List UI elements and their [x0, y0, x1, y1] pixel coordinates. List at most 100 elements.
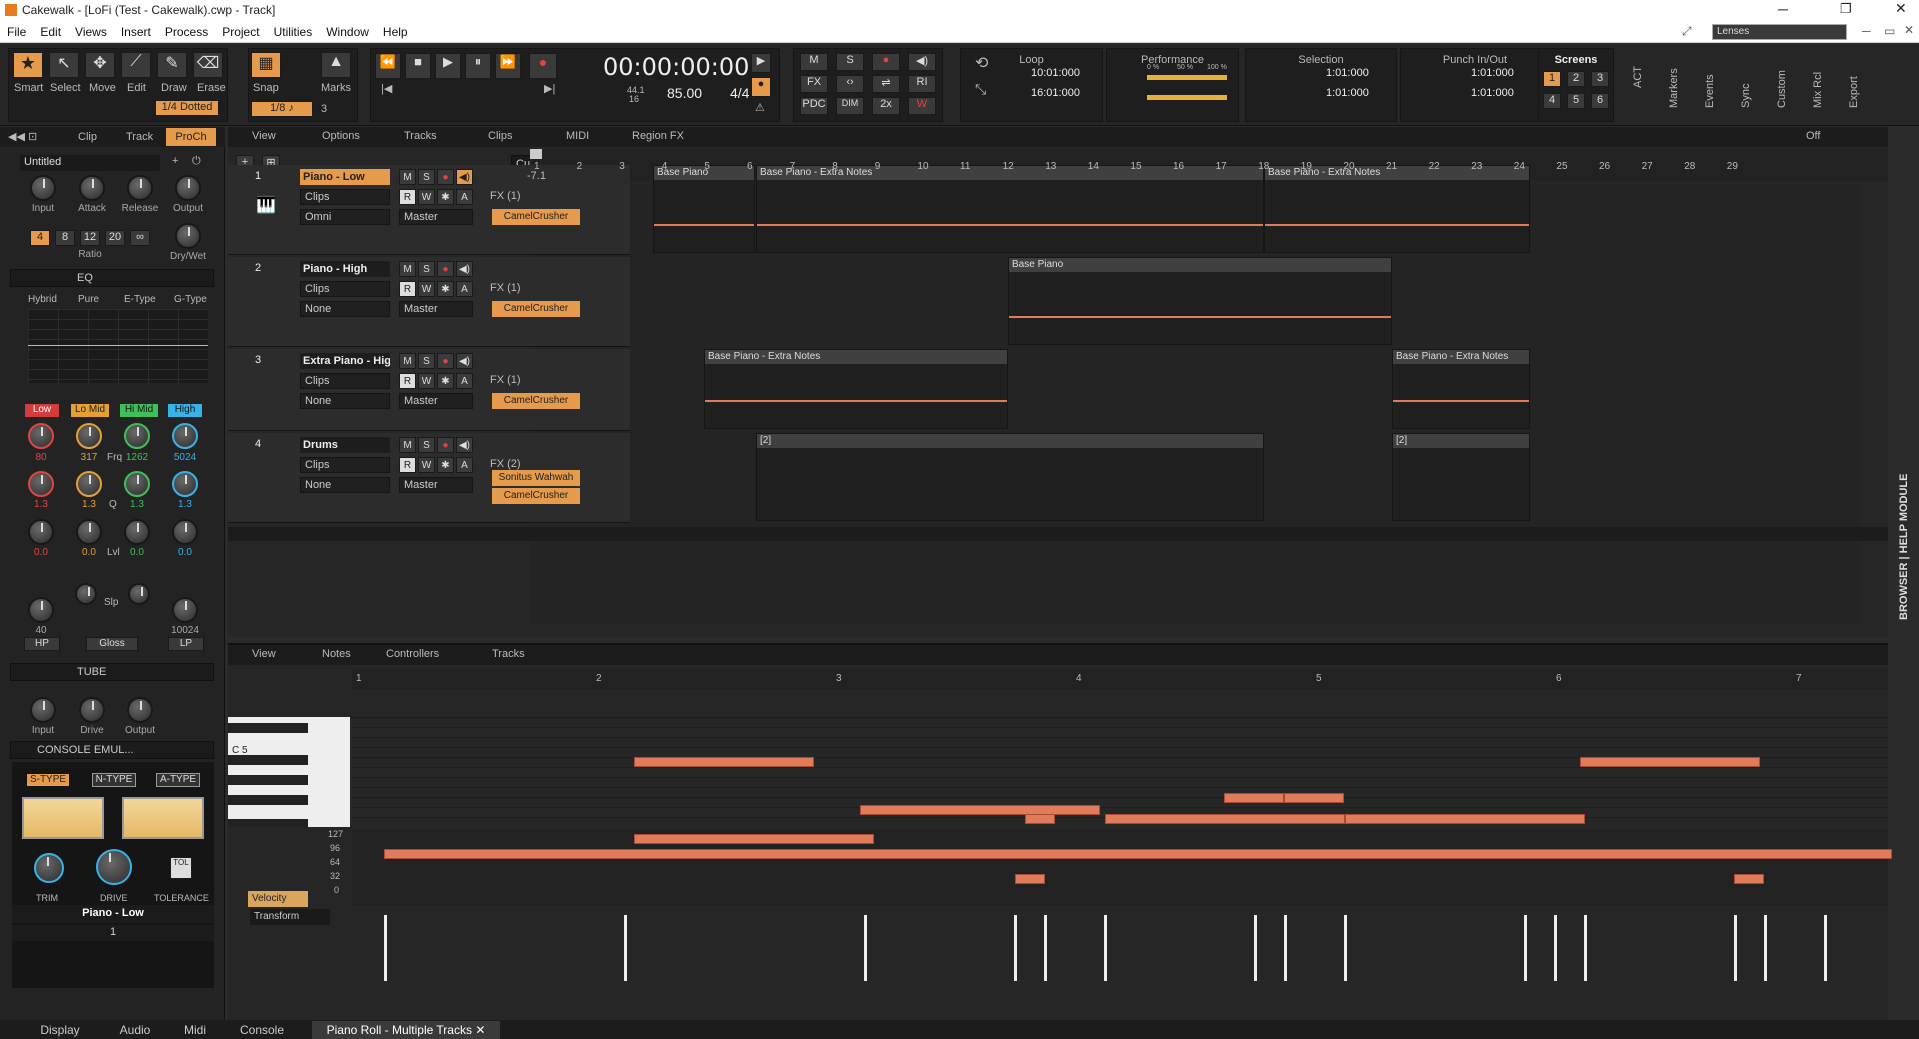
- draw-tool-button[interactable]: ✎: [157, 52, 187, 78]
- track-1-echo-button[interactable]: ◀): [456, 169, 473, 185]
- tab-console[interactable]: Console: [232, 1021, 292, 1039]
- act-module[interactable]: ACT: [1632, 66, 1644, 88]
- transform-dropdown[interactable]: Transform: [250, 909, 330, 925]
- track-4-plugin-2[interactable]: CamelCrusher: [492, 488, 580, 504]
- loop-options-icon[interactable]: ⤡: [975, 81, 986, 98]
- track-2-input-dropdown[interactable]: Clips: [300, 281, 390, 297]
- eq-low-freq-knob[interactable]: [28, 423, 54, 449]
- comp-attack-knob[interactable]: [79, 175, 105, 201]
- inspector-track-name[interactable]: Piano - Low: [12, 905, 214, 923]
- sync-module[interactable]: Sync: [1740, 84, 1752, 108]
- browser-help-tab[interactable]: BROWSER | HELP MODULE: [1898, 474, 1910, 621]
- ratio-20[interactable]: 20: [105, 230, 125, 246]
- track-3-arm-button[interactable]: ●: [437, 353, 454, 369]
- events-module[interactable]: Events: [1704, 74, 1716, 108]
- eq-lomid-gain-knob[interactable]: [76, 519, 102, 545]
- velocity-pane[interactable]: [352, 829, 1888, 905]
- track-3-read-button[interactable]: R: [399, 373, 416, 389]
- comp-output-knob[interactable]: [175, 175, 201, 201]
- preset-power-icon[interactable]: ⏻: [192, 155, 201, 168]
- lp-button[interactable]: LP: [168, 637, 204, 651]
- tv-menu-tracks[interactable]: Tracks: [404, 130, 437, 142]
- punch-start[interactable]: 1:01:000: [1471, 67, 1514, 79]
- goto-start-icon[interactable]: |◀: [381, 82, 392, 95]
- smart-tool-button[interactable]: ★: [13, 52, 43, 78]
- track-3-echo-button[interactable]: ◀): [456, 353, 473, 369]
- ratio-12[interactable]: 12: [80, 230, 100, 246]
- eq-header[interactable]: EQ: [10, 269, 214, 287]
- track-2-output-dropdown[interactable]: Master: [399, 301, 473, 317]
- track-4-mute-button[interactable]: M: [399, 437, 416, 453]
- n-type-button[interactable]: N-TYPE: [92, 773, 136, 787]
- selection-end[interactable]: 1:01:000: [1326, 87, 1369, 99]
- menu-insert[interactable]: Insert: [114, 21, 158, 39]
- track-4-solo-button[interactable]: S: [418, 437, 435, 453]
- mute-all-button[interactable]: M: [800, 53, 828, 71]
- erase-tool-button[interactable]: ⌫: [193, 52, 223, 78]
- dotted-dropdown[interactable]: 1/4 Dotted: [155, 100, 219, 116]
- velocity-bar[interactable]: [1284, 915, 1287, 981]
- track-2-solo-button[interactable]: S: [418, 261, 435, 277]
- midi-panic-button[interactable]: ⇌: [872, 75, 900, 93]
- menu-window[interactable]: Window: [319, 21, 376, 39]
- track-2-mute-button[interactable]: M: [399, 261, 416, 277]
- track-4-arm-button[interactable]: ●: [437, 437, 454, 453]
- ratio-4[interactable]: 4: [30, 230, 50, 246]
- menu-views[interactable]: Views: [68, 21, 114, 39]
- ri-button[interactable]: RI: [908, 75, 936, 93]
- tube-output-knob[interactable]: [127, 697, 153, 723]
- velocity-bar[interactable]: [1044, 915, 1047, 981]
- slope-left-knob[interactable]: [75, 583, 97, 605]
- track-2-plugin-1[interactable]: CamelCrusher: [492, 301, 580, 317]
- eq-high-freq-knob[interactable]: [172, 423, 198, 449]
- drive-knob[interactable]: [96, 849, 132, 885]
- track-1-output-dropdown[interactable]: Master: [399, 209, 473, 225]
- velocity-bar[interactable]: [1824, 915, 1827, 981]
- track-1-channel-dropdown[interactable]: Omni: [300, 209, 390, 225]
- track-4-name[interactable]: Drums: [300, 437, 390, 453]
- velocity-bar[interactable]: [1524, 915, 1527, 981]
- tab-piano-roll[interactable]: Piano Roll - Multiple Tracks ✕: [312, 1021, 500, 1039]
- select-tool-button[interactable]: ↖: [49, 52, 79, 78]
- track-scrollbar[interactable]: [228, 527, 1888, 541]
- track-4-write-button[interactable]: W: [418, 457, 435, 473]
- track-1-fx-label[interactable]: FX (1): [490, 190, 521, 202]
- drywet-knob[interactable]: [175, 223, 201, 249]
- eq-band-high[interactable]: High: [168, 404, 202, 417]
- track-1-input-dropdown[interactable]: Clips: [300, 189, 390, 205]
- meter[interactable]: 4/4: [730, 85, 749, 101]
- tab-track[interactable]: Track: [126, 131, 153, 143]
- velocity-bar[interactable]: [1254, 915, 1257, 981]
- tv-menu-options[interactable]: Options: [322, 130, 360, 142]
- minimize-button[interactable]: ─: [1778, 1, 1788, 17]
- loop-toggle-icon[interactable]: ⟲: [975, 53, 988, 73]
- tube-input-knob[interactable]: [30, 697, 56, 723]
- midi-note[interactable]: [1580, 757, 1760, 767]
- track-2-auto-button[interactable]: A: [456, 281, 473, 297]
- track-1-solo-button[interactable]: S: [418, 169, 435, 185]
- loop-end[interactable]: 16:01:000: [1031, 87, 1080, 99]
- screenset-4[interactable]: 4: [1543, 93, 1561, 109]
- clip-track3-extra-notes-1[interactable]: Base Piano - Extra Notes: [704, 349, 1008, 429]
- midi-note[interactable]: [1734, 874, 1764, 884]
- track-2-name[interactable]: Piano - High: [300, 261, 390, 277]
- track-4-freeze-button[interactable]: ✱: [437, 457, 454, 473]
- solo-all-button[interactable]: S: [836, 53, 864, 71]
- bottom-tab-display[interactable]: Display: [30, 1021, 90, 1039]
- bottom-tab-audio[interactable]: Audio: [110, 1021, 160, 1039]
- a-type-button[interactable]: A-TYPE: [156, 773, 200, 787]
- doc-minimize-button[interactable]: ─: [1862, 24, 1871, 38]
- track-3-plugin-1[interactable]: CamelCrusher: [492, 393, 580, 409]
- eq-graph[interactable]: [28, 309, 208, 383]
- menu-edit[interactable]: Edit: [33, 21, 68, 39]
- custom-module[interactable]: Custom: [1776, 70, 1788, 108]
- hp-knob[interactable]: [28, 597, 54, 623]
- eq-mode-pure[interactable]: Pure: [78, 294, 99, 305]
- eq-low-gain-knob[interactable]: [28, 519, 54, 545]
- metronome-icon[interactable]: ⚠: [755, 101, 765, 114]
- stop-button[interactable]: ■: [405, 53, 431, 79]
- track-3[interactable]: 3 Extra Piano - Hig M S ● ◀) Clips None …: [228, 349, 630, 431]
- eq-band-low[interactable]: Low: [25, 404, 59, 417]
- midi-note[interactable]: [1284, 793, 1344, 803]
- track-3-write-button[interactable]: W: [418, 373, 435, 389]
